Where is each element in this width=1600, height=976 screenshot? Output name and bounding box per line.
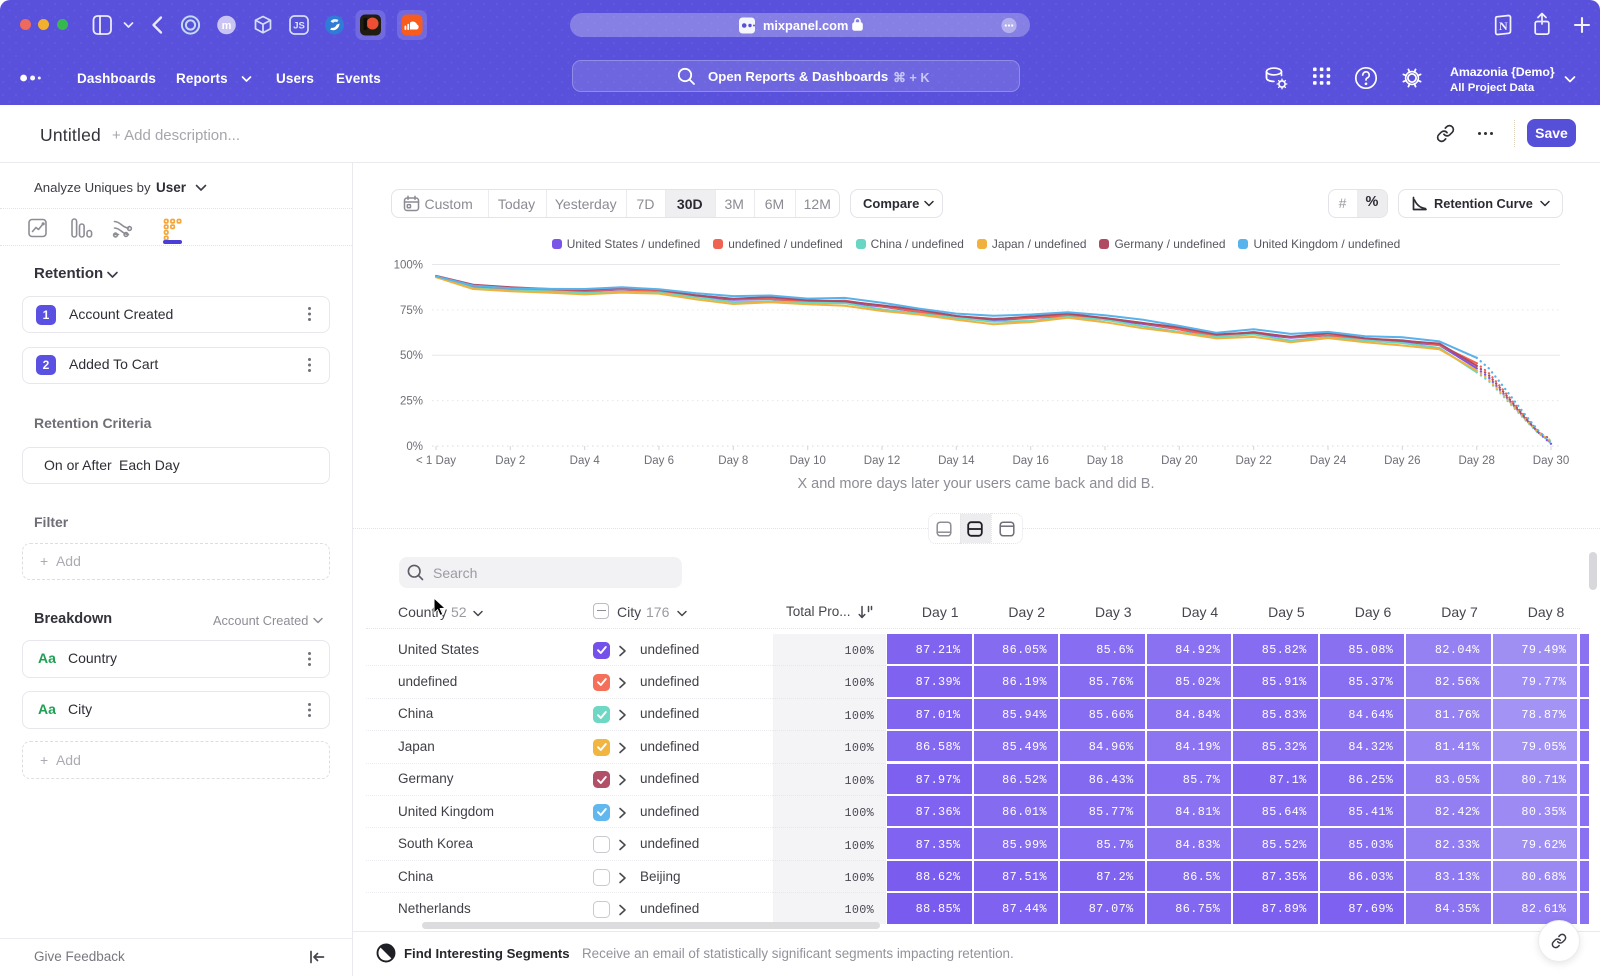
svg-text:Day 24: Day 24	[1310, 455, 1347, 467]
svg-text:Day 4: Day 4	[570, 455, 601, 467]
svg-text:Day 22: Day 22	[1235, 455, 1271, 467]
svg-text:Day 20: Day 20	[1161, 455, 1197, 467]
svg-text:50%: 50%	[400, 350, 423, 362]
svg-text:Day 18: Day 18	[1087, 455, 1123, 467]
svg-text:75%: 75%	[400, 305, 423, 317]
svg-text:0%: 0%	[406, 441, 423, 453]
svg-text:Day 10: Day 10	[789, 455, 825, 467]
svg-text:< 1 Day: < 1 Day	[416, 455, 456, 467]
svg-text:Day 14: Day 14	[938, 455, 975, 467]
svg-text:Day 8: Day 8	[718, 455, 748, 467]
svg-text:Day 6: Day 6	[644, 455, 674, 467]
svg-text:Day 12: Day 12	[864, 455, 900, 467]
svg-text:Day 2: Day 2	[495, 455, 525, 467]
svg-text:25%: 25%	[400, 396, 423, 408]
svg-text:Day 16: Day 16	[1012, 455, 1048, 467]
svg-text:Day 30: Day 30	[1533, 455, 1569, 467]
svg-text:Day 28: Day 28	[1458, 455, 1494, 467]
svg-text:Day 26: Day 26	[1384, 455, 1420, 467]
svg-text:100%: 100%	[394, 260, 423, 272]
